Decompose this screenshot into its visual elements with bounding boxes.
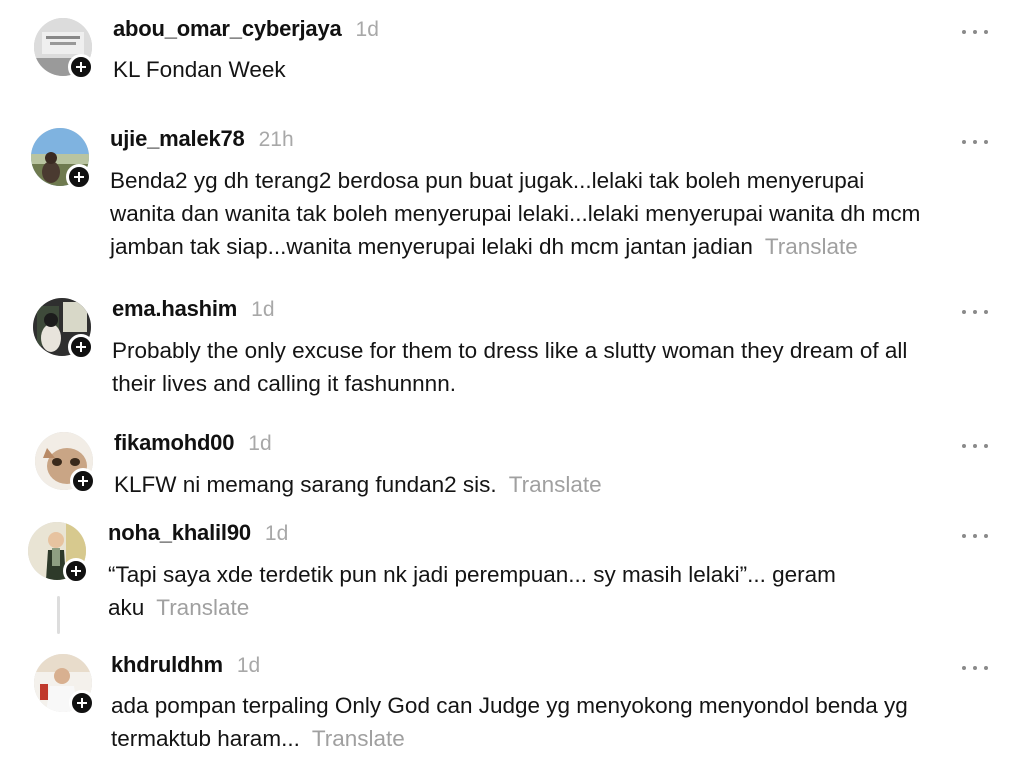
comment-line: Benda2 yg dh terang2 berdosa pun buat ju… bbox=[110, 168, 865, 193]
timestamp: 1d bbox=[248, 432, 272, 455]
comment-line: their lives and calling it fashunnnn. bbox=[112, 371, 456, 396]
follow-plus-icon[interactable] bbox=[68, 54, 94, 80]
follow-plus-icon[interactable] bbox=[66, 164, 92, 190]
comment-line: KL Fondan Week bbox=[113, 57, 286, 82]
timestamp: 21h bbox=[258, 128, 294, 151]
comment-line: aku bbox=[108, 595, 145, 620]
comment: ema.hashim 1d Probably the only excuse f… bbox=[0, 280, 1024, 420]
follow-plus-icon[interactable] bbox=[63, 558, 89, 584]
more-options-icon[interactable] bbox=[962, 307, 988, 317]
comment: fikamohd00 1d KLFW ni memang sarang fund… bbox=[0, 414, 1024, 514]
follow-plus-icon[interactable] bbox=[68, 334, 94, 360]
timestamp: 1d bbox=[236, 654, 261, 677]
username[interactable]: abou_omar_cyberjaya bbox=[113, 16, 342, 42]
comment-line: jamban tak siap...wanita menyerupai lela… bbox=[110, 234, 753, 259]
comment-text: Benda2 yg dh terang2 berdosa pun buat ju… bbox=[110, 164, 920, 263]
username[interactable]: khdruldhm bbox=[111, 652, 223, 678]
comment-text: KL Fondan Week bbox=[113, 53, 286, 86]
comment-line: termaktub haram... bbox=[111, 726, 300, 751]
comment-line: KLFW ni memang sarang fundan2 sis. bbox=[114, 472, 497, 497]
timestamp: 1d bbox=[251, 298, 275, 321]
username[interactable]: ujie_malek78 bbox=[110, 126, 245, 152]
translate-link[interactable]: Translate bbox=[312, 726, 405, 751]
more-options-icon[interactable] bbox=[962, 441, 988, 451]
more-options-icon[interactable] bbox=[962, 663, 988, 673]
follow-plus-icon[interactable] bbox=[69, 690, 95, 716]
comment: noha_khalil90 1d “Tapi saya xde terdetik… bbox=[0, 504, 1024, 644]
more-options-icon[interactable] bbox=[962, 531, 988, 541]
comment-line: Probably the only excuse for them to dre… bbox=[112, 338, 908, 363]
comment-text: Probably the only excuse for them to dre… bbox=[112, 334, 907, 400]
comment-text: “Tapi saya xde terdetik pun nk jadi pere… bbox=[108, 558, 836, 624]
username[interactable]: noha_khalil90 bbox=[108, 520, 251, 546]
comment-text: ada pompan terpaling Only God can Judge … bbox=[111, 689, 908, 755]
comment-line: ada pompan terpaling Only God can Judge … bbox=[111, 693, 908, 718]
more-options-icon[interactable] bbox=[962, 27, 988, 37]
comment: abou_omar_cyberjaya 1d KL Fondan Week bbox=[0, 0, 1024, 110]
timestamp: 1d bbox=[264, 522, 289, 545]
translate-link[interactable]: Translate bbox=[765, 234, 858, 259]
comment: ujie_malek78 21h Benda2 yg dh terang2 be… bbox=[0, 110, 1024, 280]
comment-line: wanita dan wanita tak boleh menyerupai l… bbox=[110, 201, 921, 226]
translate-link[interactable]: Translate bbox=[156, 595, 249, 620]
follow-plus-icon[interactable] bbox=[70, 468, 96, 494]
thread-line bbox=[57, 596, 60, 634]
comment-line: “Tapi saya xde terdetik pun nk jadi pere… bbox=[108, 562, 836, 587]
comment: khdruldhm 1d ada pompan terpaling Only G… bbox=[0, 636, 1024, 770]
more-options-icon[interactable] bbox=[962, 137, 988, 147]
timestamp: 1d bbox=[355, 18, 379, 41]
translate-link[interactable]: Translate bbox=[509, 472, 602, 497]
username[interactable]: fikamohd00 bbox=[114, 430, 234, 456]
comment-text: KLFW ni memang sarang fundan2 sis. Transl… bbox=[114, 468, 602, 501]
username[interactable]: ema.hashim bbox=[112, 296, 237, 322]
